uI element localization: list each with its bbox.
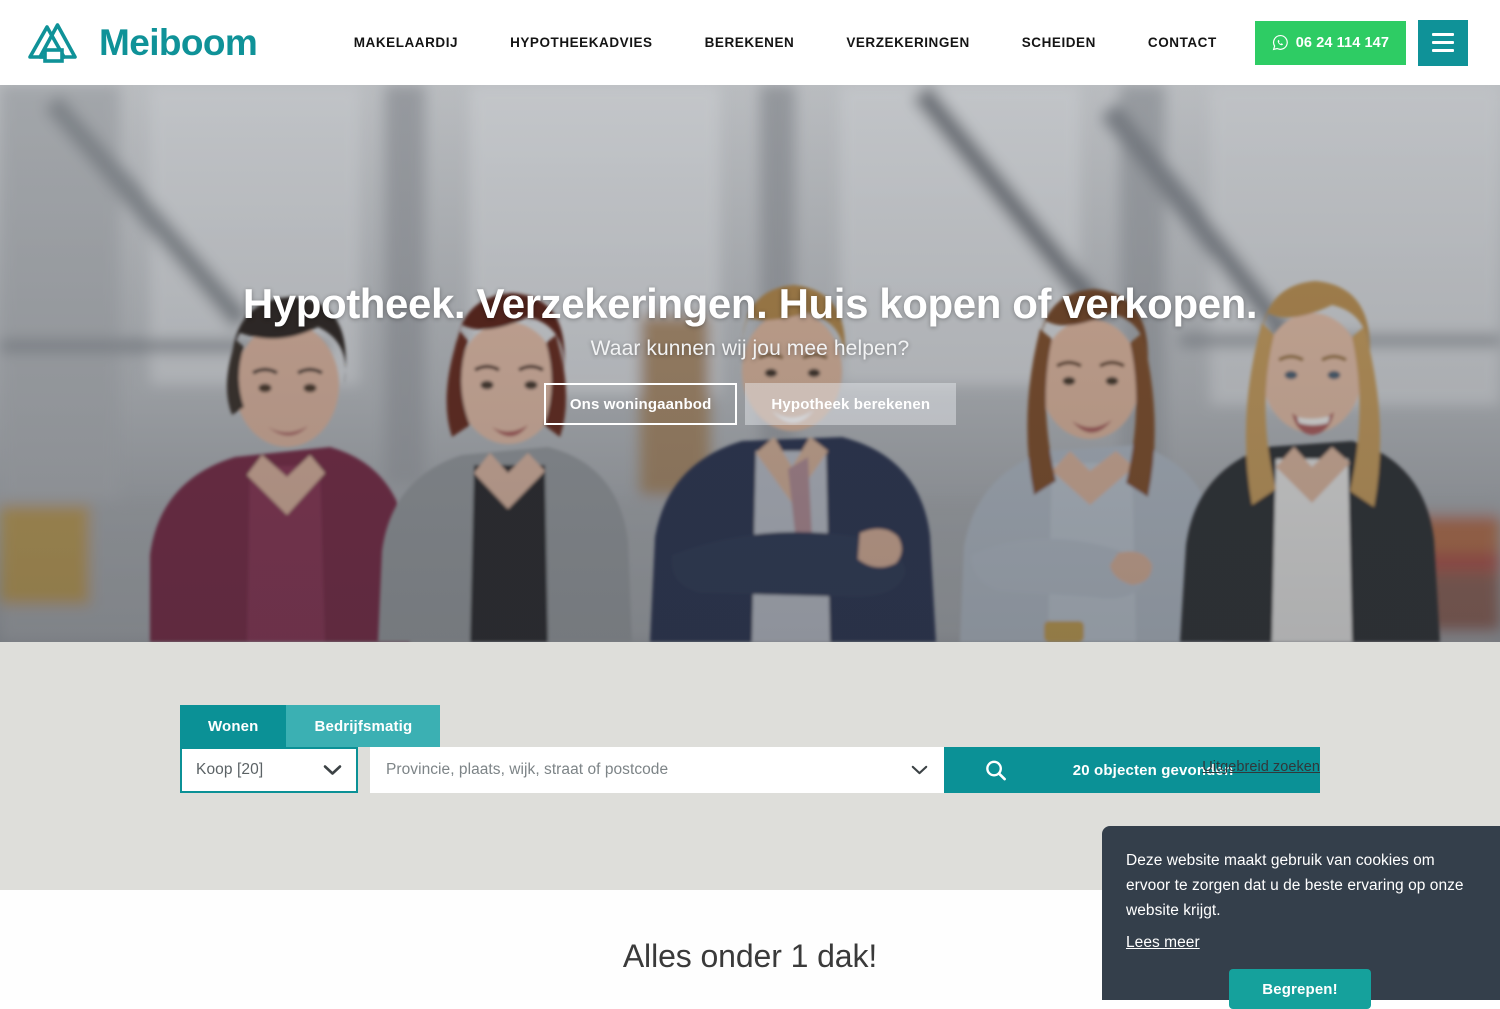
cookie-accept-button[interactable]: Begrepen! <box>1229 969 1371 1009</box>
hero-secondary-button[interactable]: Hypotheek berekenen <box>745 383 957 426</box>
advanced-search-link[interactable]: Uitgebreid zoeken <box>1202 759 1320 775</box>
nav-item-scheiden[interactable]: SCHEIDEN <box>996 36 1122 50</box>
hamburger-menu-icon[interactable] <box>1418 19 1468 66</box>
hero-title: Hypotheek. Verzekeringen. Huis kopen of … <box>242 280 1258 327</box>
location-field-wrapper <box>370 747 944 793</box>
property-type-value: Koop [20] <box>196 761 264 778</box>
cookie-read-more-link[interactable]: Lees meer <box>1126 934 1200 952</box>
whatsapp-phone-button[interactable]: 06 24 114 147 <box>1254 20 1406 65</box>
nav-item-makelaardij[interactable]: MAKELAARDIJ <box>334 36 484 50</box>
property-type-select[interactable]: Koop [20] <box>180 747 358 793</box>
logo-text: Meiboom <box>99 22 258 63</box>
site-header: Meiboom MAKELAARDIJ HYPOTHEEKADVIES BERE… <box>0 0 1500 85</box>
tab-bedrijfsmatig[interactable]: Bedrijfsmatig <box>286 705 441 747</box>
tab-wonen[interactable]: Wonen <box>180 705 287 747</box>
search-icon <box>984 759 1007 782</box>
main-navigation: MAKELAARDIJ HYPOTHEEKADVIES BEREKENEN VE… <box>334 0 1500 85</box>
location-input[interactable] <box>372 749 942 791</box>
nav-item-contact[interactable]: CONTACT <box>1122 36 1243 50</box>
whatsapp-icon <box>1272 34 1289 51</box>
cookie-message: Deze website maakt gebruik van cookies o… <box>1126 852 1464 920</box>
nav-item-hypotheekadvies[interactable]: HYPOTHEEKADVIES <box>484 36 679 50</box>
search-tabs: Wonen Bedrijfsmatig <box>180 705 1320 747</box>
nav-item-verzekeringen[interactable]: VERZEKERINGEN <box>820 36 995 50</box>
hero-subtitle: Waar kunnen wij jou mee helpen? <box>590 337 910 361</box>
hero-section: Hypotheek. Verzekeringen. Huis kopen of … <box>0 85 1500 642</box>
search-form: Koop [20] Provincie, plaats, wijk, straa… <box>180 747 1320 793</box>
cookie-consent-banner: Deze website maakt gebruik van cookies o… <box>1102 826 1500 1009</box>
hero-primary-button[interactable]: Ons woningaanbod <box>543 383 738 426</box>
location-chevron-down-icon[interactable] <box>911 765 928 776</box>
nav-item-berekenen[interactable]: BEREKENEN <box>679 36 821 50</box>
hero-cta-group: Ons woningaanbod Hypotheek berekenen <box>543 383 957 426</box>
whatsapp-phone-label: 06 24 114 147 <box>1295 34 1389 51</box>
chevron-down-icon <box>323 764 342 776</box>
mountains-house-logo-icon <box>26 20 88 66</box>
logo[interactable]: Meiboom <box>26 0 258 85</box>
